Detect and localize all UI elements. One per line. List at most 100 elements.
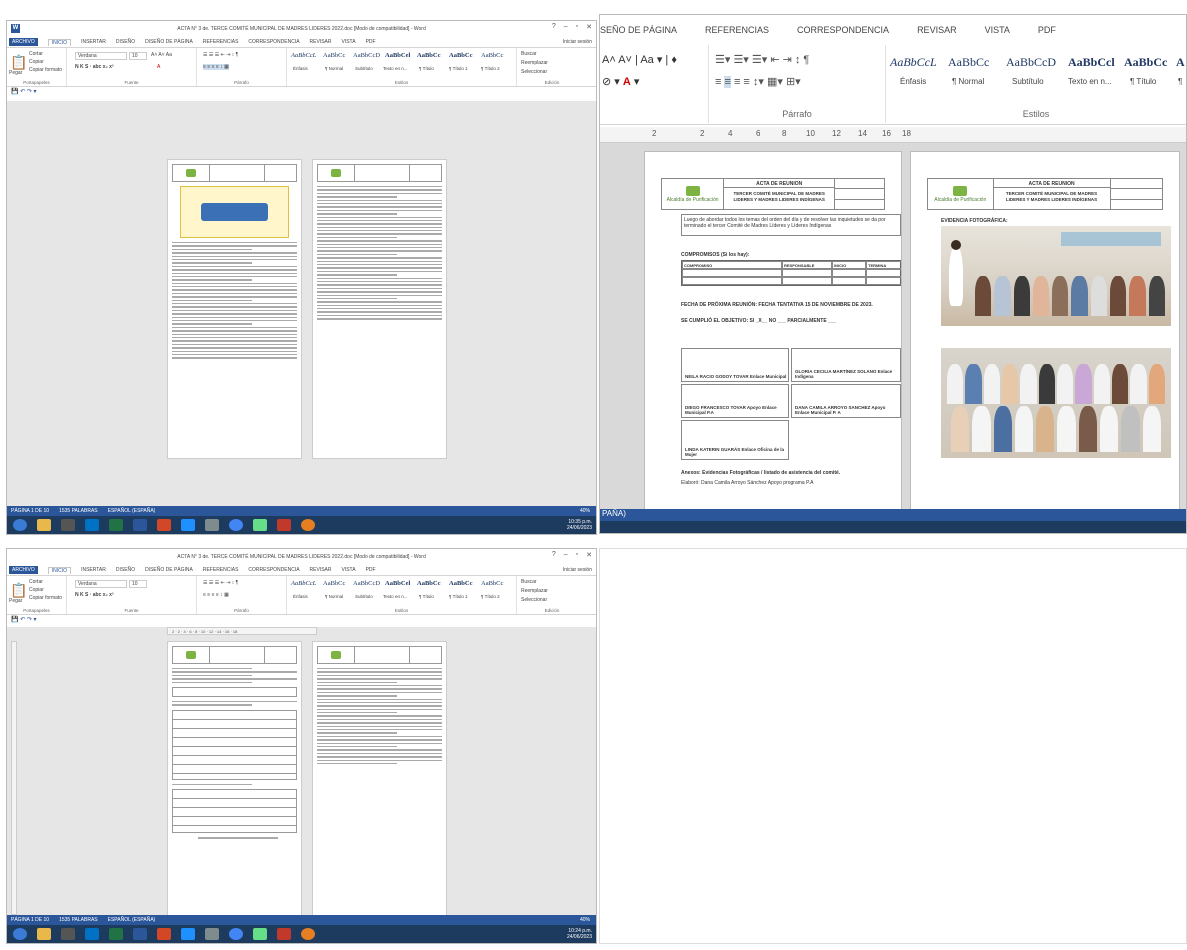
horizontal-ruler[interactable]: 2 2 4 6 8 10 12 14 16 18 (600, 127, 1186, 143)
find-button[interactable]: Buscar (521, 51, 537, 57)
maximize-icon[interactable]: ▫ (576, 551, 578, 559)
ie-icon[interactable] (181, 928, 195, 940)
close-icon[interactable]: ✕ (586, 551, 592, 559)
quick-access-toolbar[interactable]: 💾 ↶ ↷ ▾ (11, 616, 37, 623)
tab-vista[interactable]: VISTA (342, 39, 356, 45)
style-subtitle[interactable]: AaBbCcD (1006, 55, 1056, 70)
word-count[interactable]: 1535 PALABRAS (59, 917, 98, 923)
format-painter-button[interactable]: Copiar formato (29, 67, 62, 73)
style-emphasis[interactable]: AaBbCcL (291, 52, 316, 59)
ie-icon[interactable] (181, 519, 195, 531)
document-area[interactable]: Alcaldía de Purificación ACTA DE REUNION… (600, 143, 1186, 531)
font-size-buttons[interactable]: A˄ A˅ | Aa ▾ | ♦ (602, 53, 677, 66)
minimize-icon[interactable]: – (564, 23, 568, 31)
ppt-icon[interactable] (157, 519, 171, 531)
tab-vista[interactable]: VISTA (342, 567, 356, 573)
tab-diseno[interactable]: DISEÑO (116, 39, 135, 45)
tab-correspondencia[interactable]: CORRESPONDENCIA (797, 25, 889, 41)
tab-diseno-pagina[interactable]: DISEÑO DE PÁGINA (145, 567, 193, 573)
maximize-icon[interactable]: ▫ (576, 23, 578, 31)
tab-revisar[interactable]: REVISAR (917, 25, 957, 41)
tab-revisar[interactable]: REVISAR (310, 567, 332, 573)
copy-button[interactable]: Copiar (29, 59, 44, 65)
cut-button[interactable]: Cortar (29, 51, 43, 57)
copy-button[interactable]: Copiar (29, 587, 44, 593)
style-title[interactable]: AaBbCc (417, 52, 440, 59)
find-button[interactable]: Buscar (521, 579, 537, 585)
language[interactable]: ESPAÑOL (ESPAÑA) (108, 508, 156, 514)
align-icons[interactable]: ≡ ≡ ≡ ≡ ↕ ▦ (203, 64, 229, 70)
explorer-icon[interactable] (37, 928, 51, 940)
style-texto[interactable]: AaBbCel (385, 52, 410, 59)
tab-archivo[interactable]: ARCHIVO (9, 566, 38, 574)
chrome-icon[interactable] (229, 519, 243, 531)
tab-diseno-pagina[interactable]: DISEÑO DE PÁGINA (145, 39, 193, 45)
format-buttons[interactable]: N K S · abc x₂ x² (75, 64, 114, 70)
help-icon[interactable]: ? (552, 23, 556, 31)
style-texto[interactable]: AaBbCcl (1068, 55, 1115, 70)
ppt-icon[interactable] (157, 928, 171, 940)
tab-pdf[interactable]: PDF (1038, 25, 1056, 41)
style-subtitle[interactable]: AaBbCcD (353, 52, 380, 59)
document-area[interactable] (7, 101, 596, 506)
tab-diseno-pagina[interactable]: SEÑO DE PÁGINA (600, 25, 677, 41)
paste-icon[interactable]: 📋 (10, 54, 27, 71)
page-count[interactable]: PÁGINA 1 DE 10 (11, 917, 49, 923)
tab-vista[interactable]: VISTA (985, 25, 1010, 41)
align-icons[interactable]: ≡ ≡ ≡ ≡ ↕ ▦ (203, 592, 229, 598)
tab-insertar[interactable]: INSERTAR (81, 567, 106, 573)
excel-icon[interactable] (109, 928, 123, 940)
format-buttons[interactable]: N K S · abc x₂ x² (75, 592, 114, 598)
horizontal-ruler[interactable]: 2 · 2 · 4 · 6 · 8 · 10 · 12 · 14 · 16 · … (167, 627, 317, 635)
app-icon[interactable] (277, 519, 291, 531)
style-emphasis[interactable]: AaBbCcL (291, 580, 316, 587)
app-icon[interactable] (277, 928, 291, 940)
media-icon[interactable] (61, 928, 75, 940)
cut-button[interactable]: Cortar (29, 579, 43, 585)
chrome-icon[interactable] (229, 928, 243, 940)
tab-insertar[interactable]: INSERTAR (81, 39, 106, 45)
tab-correspondencia[interactable]: CORRESPONDENCIA (248, 567, 299, 573)
style-subtitle[interactable]: AaBbCcD (353, 580, 380, 587)
tab-archivo[interactable]: ARCHIVO (9, 38, 38, 46)
list-icons[interactable]: ☰ ☰ ☰ ⇤ ⇥ ↕ ¶ (203, 52, 238, 58)
style-normal[interactable]: AaBbCc (948, 55, 989, 70)
word-icon[interactable] (133, 519, 147, 531)
tab-referencias[interactable]: REFERENCIAS (705, 25, 769, 41)
grow-font-icon[interactable]: A˄ A˅ Aa (151, 52, 172, 58)
style-texto[interactable]: AaBbCel (385, 580, 410, 587)
tab-referencias[interactable]: REFERENCIAS (203, 567, 239, 573)
close-icon[interactable]: ✕ (586, 23, 592, 31)
outlook-icon[interactable] (85, 928, 99, 940)
font-name-select[interactable]: Verdana (75, 52, 127, 60)
word-count[interactable]: 1535 PALABRAS (59, 508, 98, 514)
tab-pdf[interactable]: PDF (366, 39, 376, 45)
start-icon[interactable] (13, 519, 27, 531)
firefox-icon[interactable] (301, 928, 315, 940)
style-emphasis[interactable]: AaBbCcL (890, 55, 937, 70)
language[interactable]: PAÑA) (602, 509, 626, 518)
style-title2[interactable]: AaBbCc (481, 52, 503, 59)
tab-diseno[interactable]: DISEÑO (116, 567, 135, 573)
tab-inicio[interactable]: INICIO (47, 38, 72, 46)
zoom-level[interactable]: 40% (580, 917, 590, 923)
font-size-select[interactable]: 10 (129, 52, 147, 60)
excel-icon[interactable] (109, 519, 123, 531)
style-title1[interactable]: AaBbCc (449, 580, 472, 587)
format-painter-button[interactable]: Copiar formato (29, 595, 62, 601)
app-icon[interactable] (205, 928, 219, 940)
window-controls[interactable]: ? – ▫ ✕ (552, 551, 592, 559)
style-title1[interactable]: A (1176, 55, 1185, 70)
app-icon[interactable] (205, 519, 219, 531)
select-button[interactable]: Seleccionar (521, 69, 547, 75)
font-size-select[interactable]: 10 (129, 580, 147, 588)
style-title[interactable]: AaBbCc (417, 580, 440, 587)
replace-button[interactable]: Reemplazar (521, 60, 548, 66)
align-icons[interactable]: ≡ ≡ ≡ ≡ ↕▾ ▦▾ ⊞▾ (715, 75, 801, 88)
style-normal[interactable]: AaBbCc (323, 580, 345, 587)
highlight-color-icons[interactable]: ⊘ ▾ A ▾ (602, 75, 639, 88)
font-color-icon[interactable]: A (157, 64, 160, 70)
tab-inicio[interactable]: INICIO (47, 566, 72, 574)
page-count[interactable]: PÁGINA 1 DE 10 (11, 508, 49, 514)
select-button[interactable]: Seleccionar (521, 597, 547, 603)
